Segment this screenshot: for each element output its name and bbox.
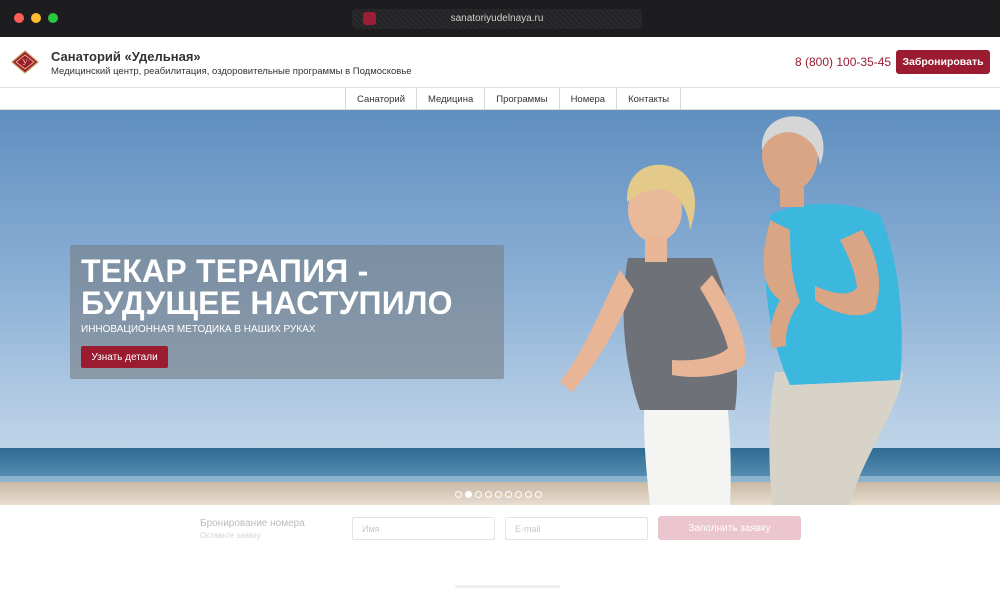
main-nav: Санаторий Медицина Программы Номера Конт… [0,88,1000,110]
phone-link[interactable]: 8 (800) 100-35-45 [795,55,891,69]
hero-subtitle: Инновационная методика в наших руках [81,324,316,335]
nav-list: Санаторий Медицина Программы Номера Конт… [345,88,682,110]
site-subtitle: Медицинский центр, реабилитация, оздоров… [51,66,412,77]
slide-dot-active[interactable] [465,491,472,498]
booking-subtitle: Оставьте заявку [200,531,261,540]
slide-dot[interactable] [455,491,462,498]
hero-caption: Текар терапия - будущее наступило Иннова… [70,245,504,379]
slide-dot[interactable] [505,491,512,498]
name-field[interactable]: Имя [352,517,495,540]
sanatorium-logo-icon[interactable]: У [11,50,39,74]
window-controls [14,13,58,23]
hero-slider: Текар терапия - будущее наступило Иннова… [0,110,1000,505]
nav-item-sanatorium[interactable]: Санаторий [346,88,417,110]
slide-dot[interactable] [485,491,492,498]
hero-details-button[interactable]: Узнать детали [81,346,168,368]
section-divider [455,585,560,588]
svg-text:У: У [22,58,28,67]
book-button[interactable]: Забронировать [896,50,990,74]
slider-pagination [455,491,542,498]
booking-form: Бронирование номера Оставьте заявку Имя … [0,505,1000,590]
slide-dot[interactable] [515,491,522,498]
site-title[interactable]: Санаторий «Удельная» [51,49,201,64]
address-text: sanatoriyudelnaya.ru [450,13,544,24]
hero-title: Текар терапия - будущее наступило [81,253,453,321]
booking-title: Бронирование номера [200,518,305,529]
slide-dot[interactable] [475,491,482,498]
address-bar[interactable]: sanatoriyudelnaya.ru [352,9,642,29]
nav-item-programs[interactable]: Программы [485,88,560,110]
nav-item-rooms[interactable]: Номера [560,88,618,110]
slide-dot[interactable] [535,491,542,498]
maximize-window-button[interactable] [48,13,58,23]
submit-request-button[interactable]: Заполнить заявку [658,516,801,540]
site-header: У Санаторий «Удельная» Медицинский центр… [0,37,1000,88]
browser-titlebar: sanatoriyudelnaya.ru [0,0,1000,37]
slide-dot[interactable] [495,491,502,498]
nav-item-medicine[interactable]: Медицина [417,88,486,110]
close-window-button[interactable] [14,13,24,23]
email-field[interactable]: E-mail [505,517,648,540]
nav-item-contacts[interactable]: Контакты [617,88,682,110]
slide-dot[interactable] [525,491,532,498]
minimize-window-button[interactable] [31,13,41,23]
man-runner [761,116,903,505]
